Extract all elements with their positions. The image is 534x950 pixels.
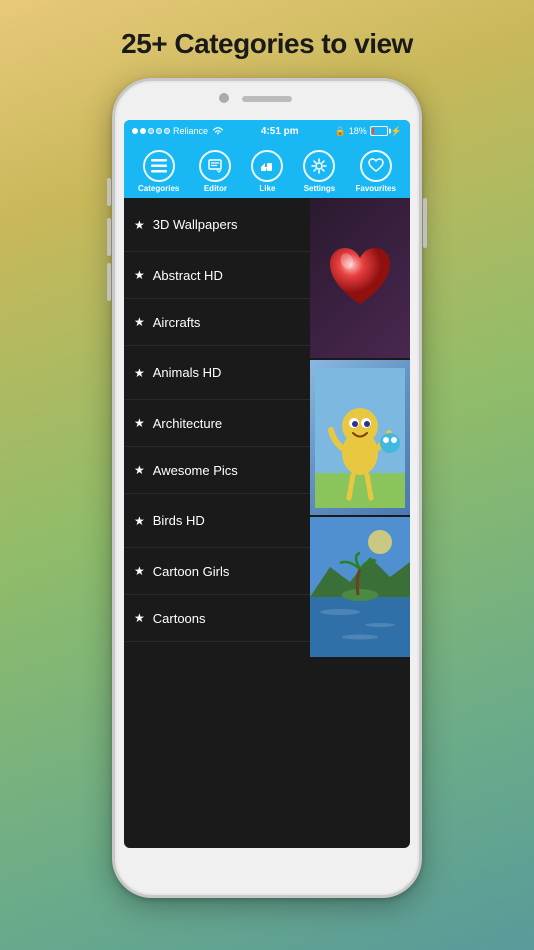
lock-icon: 🔒 (335, 126, 346, 137)
list-item[interactable]: ★ Aircrafts (124, 299, 310, 346)
wifi-icon (211, 126, 225, 136)
like-icon (251, 150, 283, 182)
editor-label: Editor (204, 184, 227, 193)
star-icon-1: ★ (134, 268, 145, 282)
image-panel (310, 198, 410, 657)
phone-button-left3 (107, 263, 111, 301)
category-name-4: Architecture (153, 416, 222, 431)
phone-speaker (242, 96, 292, 102)
star-icon-4: ★ (134, 416, 145, 430)
status-left: Reliance (132, 126, 225, 136)
list-panel: ★ 3D Wallpapers ★ Abstract HD ★ Aircraft… (124, 198, 310, 657)
nav-item-like[interactable]: Like (251, 150, 283, 193)
favourites-label: Favourites (356, 184, 396, 193)
content-area: ★ 3D Wallpapers ★ Abstract HD ★ Aircraft… (124, 198, 410, 657)
list-item[interactable]: ★ Cartoon Girls (124, 548, 310, 595)
phone-camera (219, 93, 229, 103)
phone-button-right (423, 198, 427, 248)
battery-icon (370, 126, 388, 136)
category-name-3: Animals HD (153, 365, 222, 380)
phone-wrapper: Reliance 4:51 pm 🔒 18% ⚡ (112, 78, 422, 898)
nav-item-favourites[interactable]: Favourites (356, 150, 396, 193)
list-item[interactable]: ★ Architecture (124, 400, 310, 447)
star-icon-6: ★ (134, 514, 145, 528)
signal-dots (132, 128, 170, 134)
carrier-label: Reliance (173, 126, 208, 136)
categories-icon (143, 150, 175, 182)
headline: 25+ Categories to view (101, 0, 433, 78)
status-bar: Reliance 4:51 pm 🔒 18% ⚡ (124, 120, 410, 142)
battery-shell (370, 126, 388, 136)
list-item[interactable]: ★ Awesome Pics (124, 447, 310, 494)
nav-bar: Categories Editor (124, 142, 410, 198)
list-item[interactable]: ★ Cartoons (124, 595, 310, 642)
favourites-icon (360, 150, 392, 182)
battery-fill (372, 128, 375, 134)
dot2 (140, 128, 146, 134)
settings-icon (303, 150, 335, 182)
star-icon-5: ★ (134, 463, 145, 477)
nav-item-editor[interactable]: Editor (199, 150, 231, 193)
category-name-5: Awesome Pics (153, 463, 238, 478)
star-icon-3: ★ (134, 366, 145, 380)
star-icon-0: ★ (134, 218, 145, 232)
dot4 (156, 128, 162, 134)
phone-screen: Reliance 4:51 pm 🔒 18% ⚡ (124, 120, 410, 848)
phone-button-left2 (107, 218, 111, 256)
category-name-1: Abstract HD (153, 268, 223, 283)
thumb-heart (310, 198, 410, 358)
list-item[interactable]: ★ 3D Wallpapers (124, 198, 310, 252)
dot1 (132, 128, 138, 134)
category-name-7: Cartoon Girls (153, 564, 230, 579)
list-item[interactable]: ★ Birds HD (124, 494, 310, 548)
star-icon-8: ★ (134, 611, 145, 625)
phone-button-left1 (107, 178, 111, 206)
nav-item-settings[interactable]: Settings (303, 150, 335, 193)
battery-pct-label: 18% (349, 126, 367, 136)
nav-item-categories[interactable]: Categories (138, 150, 179, 193)
categories-label: Categories (138, 184, 179, 193)
star-icon-2: ★ (134, 315, 145, 329)
list-item[interactable]: ★ Animals HD (124, 346, 310, 400)
lightning-icon: ⚡ (391, 126, 402, 137)
status-time: 4:51 pm (261, 126, 299, 137)
category-name-8: Cartoons (153, 611, 206, 626)
star-icon-7: ★ (134, 564, 145, 578)
list-item[interactable]: ★ Abstract HD (124, 252, 310, 299)
thumb-cartoon (310, 360, 410, 515)
settings-label: Settings (304, 184, 336, 193)
thumb-landscape (310, 517, 410, 657)
editor-icon (199, 150, 231, 182)
like-label: Like (259, 184, 275, 193)
category-name-0: 3D Wallpapers (153, 217, 238, 232)
dot5 (164, 128, 170, 134)
category-name-2: Aircrafts (153, 315, 201, 330)
status-right: 🔒 18% ⚡ (335, 126, 402, 137)
dot3 (148, 128, 154, 134)
category-name-6: Birds HD (153, 513, 205, 528)
